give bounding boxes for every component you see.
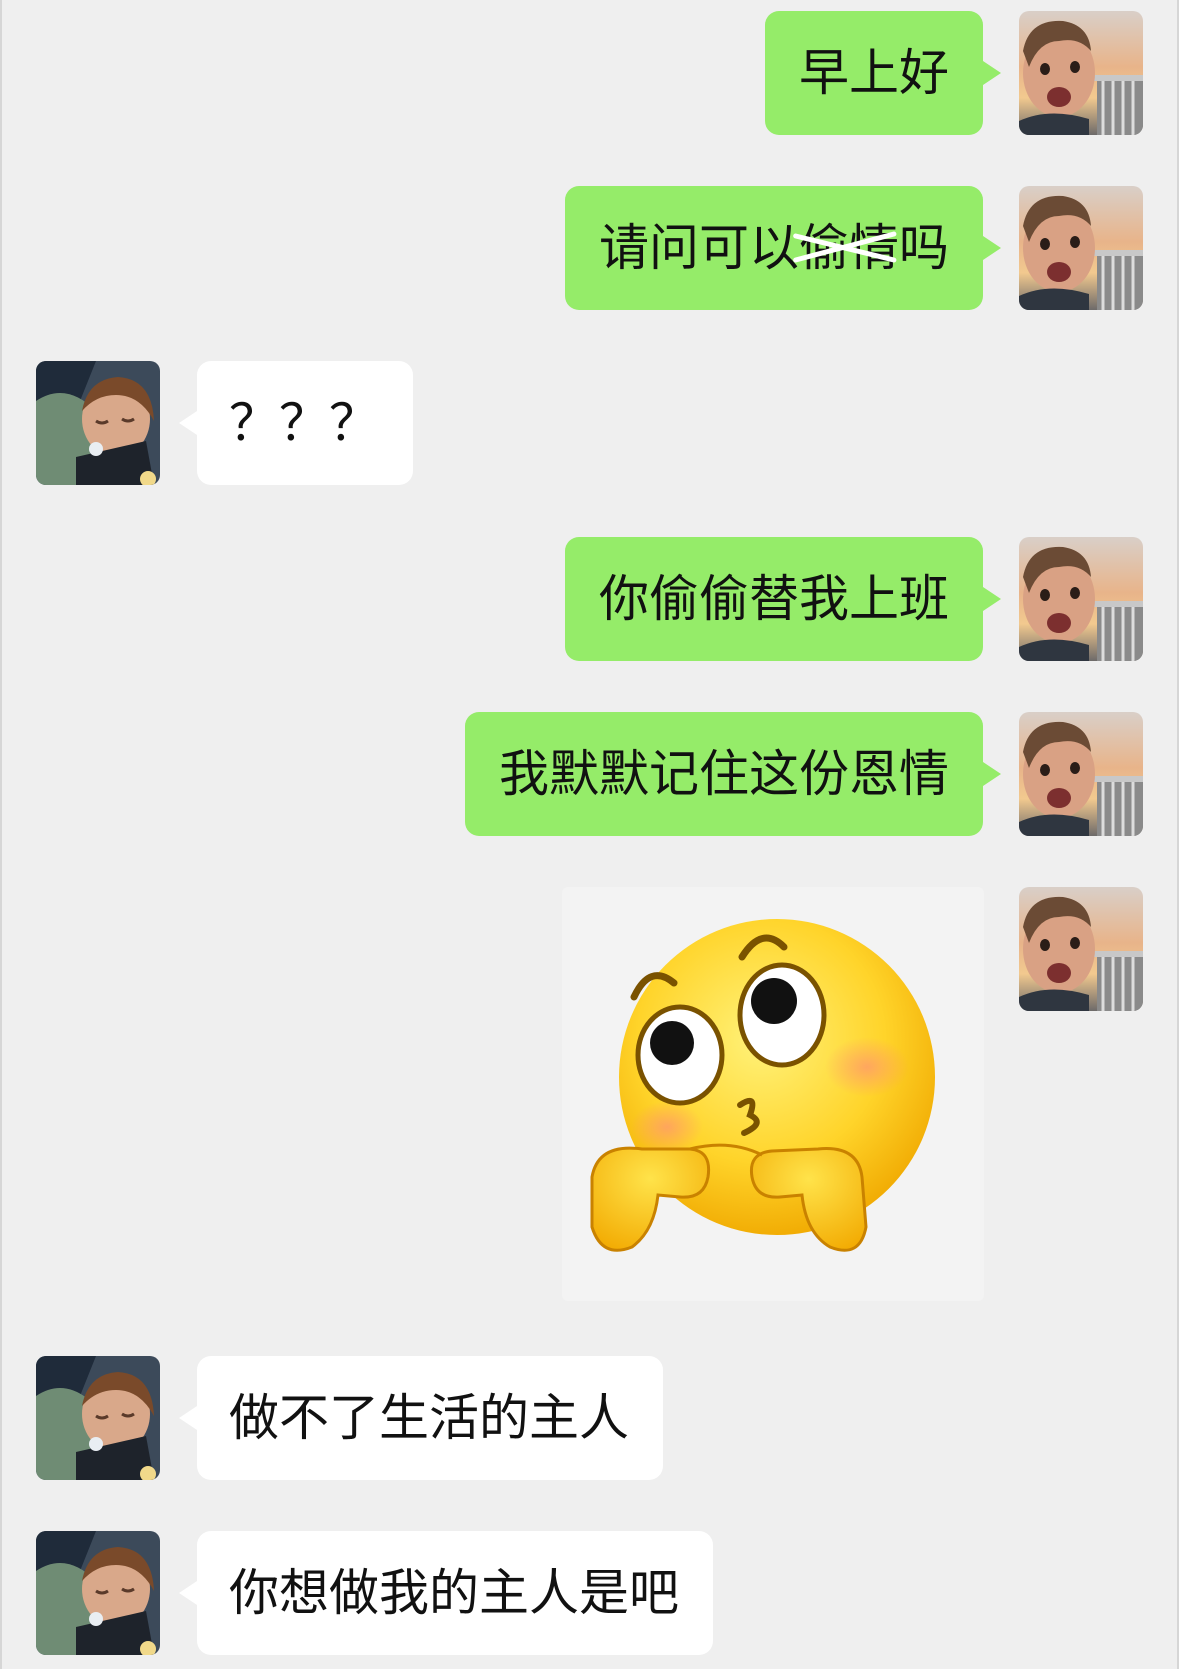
message-bubble-sent[interactable]: 你偷偷替我上班 [565, 537, 1001, 661]
my-avatar-icon[interactable] [1019, 186, 1143, 310]
contact-avatar-icon[interactable] [36, 1531, 160, 1655]
message-bubble-received[interactable]: 你想做我的主人是吧 [179, 1531, 713, 1655]
contact-avatar-icon[interactable] [36, 1356, 160, 1480]
message-bubble-sent[interactable]: 早上好 [765, 11, 1001, 135]
blushing-emoji-sticker[interactable] [562, 887, 984, 1301]
message-text: ？？？ [229, 394, 379, 452]
message-bubble-sent[interactable]: 我默默记住这份恩情 [465, 712, 1001, 836]
message-text: 你偷偷替我上班 [599, 570, 949, 628]
contact-avatar-icon[interactable] [36, 361, 160, 485]
message-bubble-received[interactable]: 做不了生活的主人 [179, 1356, 663, 1480]
my-avatar-icon[interactable] [1019, 887, 1143, 1011]
my-avatar-icon[interactable] [1019, 11, 1143, 135]
message-text: 早上好 [799, 44, 949, 102]
message-text: 请问可以偷情吗 [599, 219, 949, 277]
left-edge [0, 0, 2, 1669]
message-bubble-sent[interactable]: 请问可以偷情吗 [565, 186, 1001, 310]
message-text: 我默默记住这份恩情 [499, 745, 949, 803]
message-text: 做不了生活的主人 [229, 1389, 629, 1447]
my-avatar-icon[interactable] [1019, 537, 1143, 661]
message-text: 你想做我的主人是吧 [229, 1564, 679, 1622]
message-bubble-received[interactable]: ？？？ [179, 361, 413, 485]
my-avatar-icon[interactable] [1019, 712, 1143, 836]
message-text-with-scribble: 请问可以偷情吗 [599, 186, 949, 310]
